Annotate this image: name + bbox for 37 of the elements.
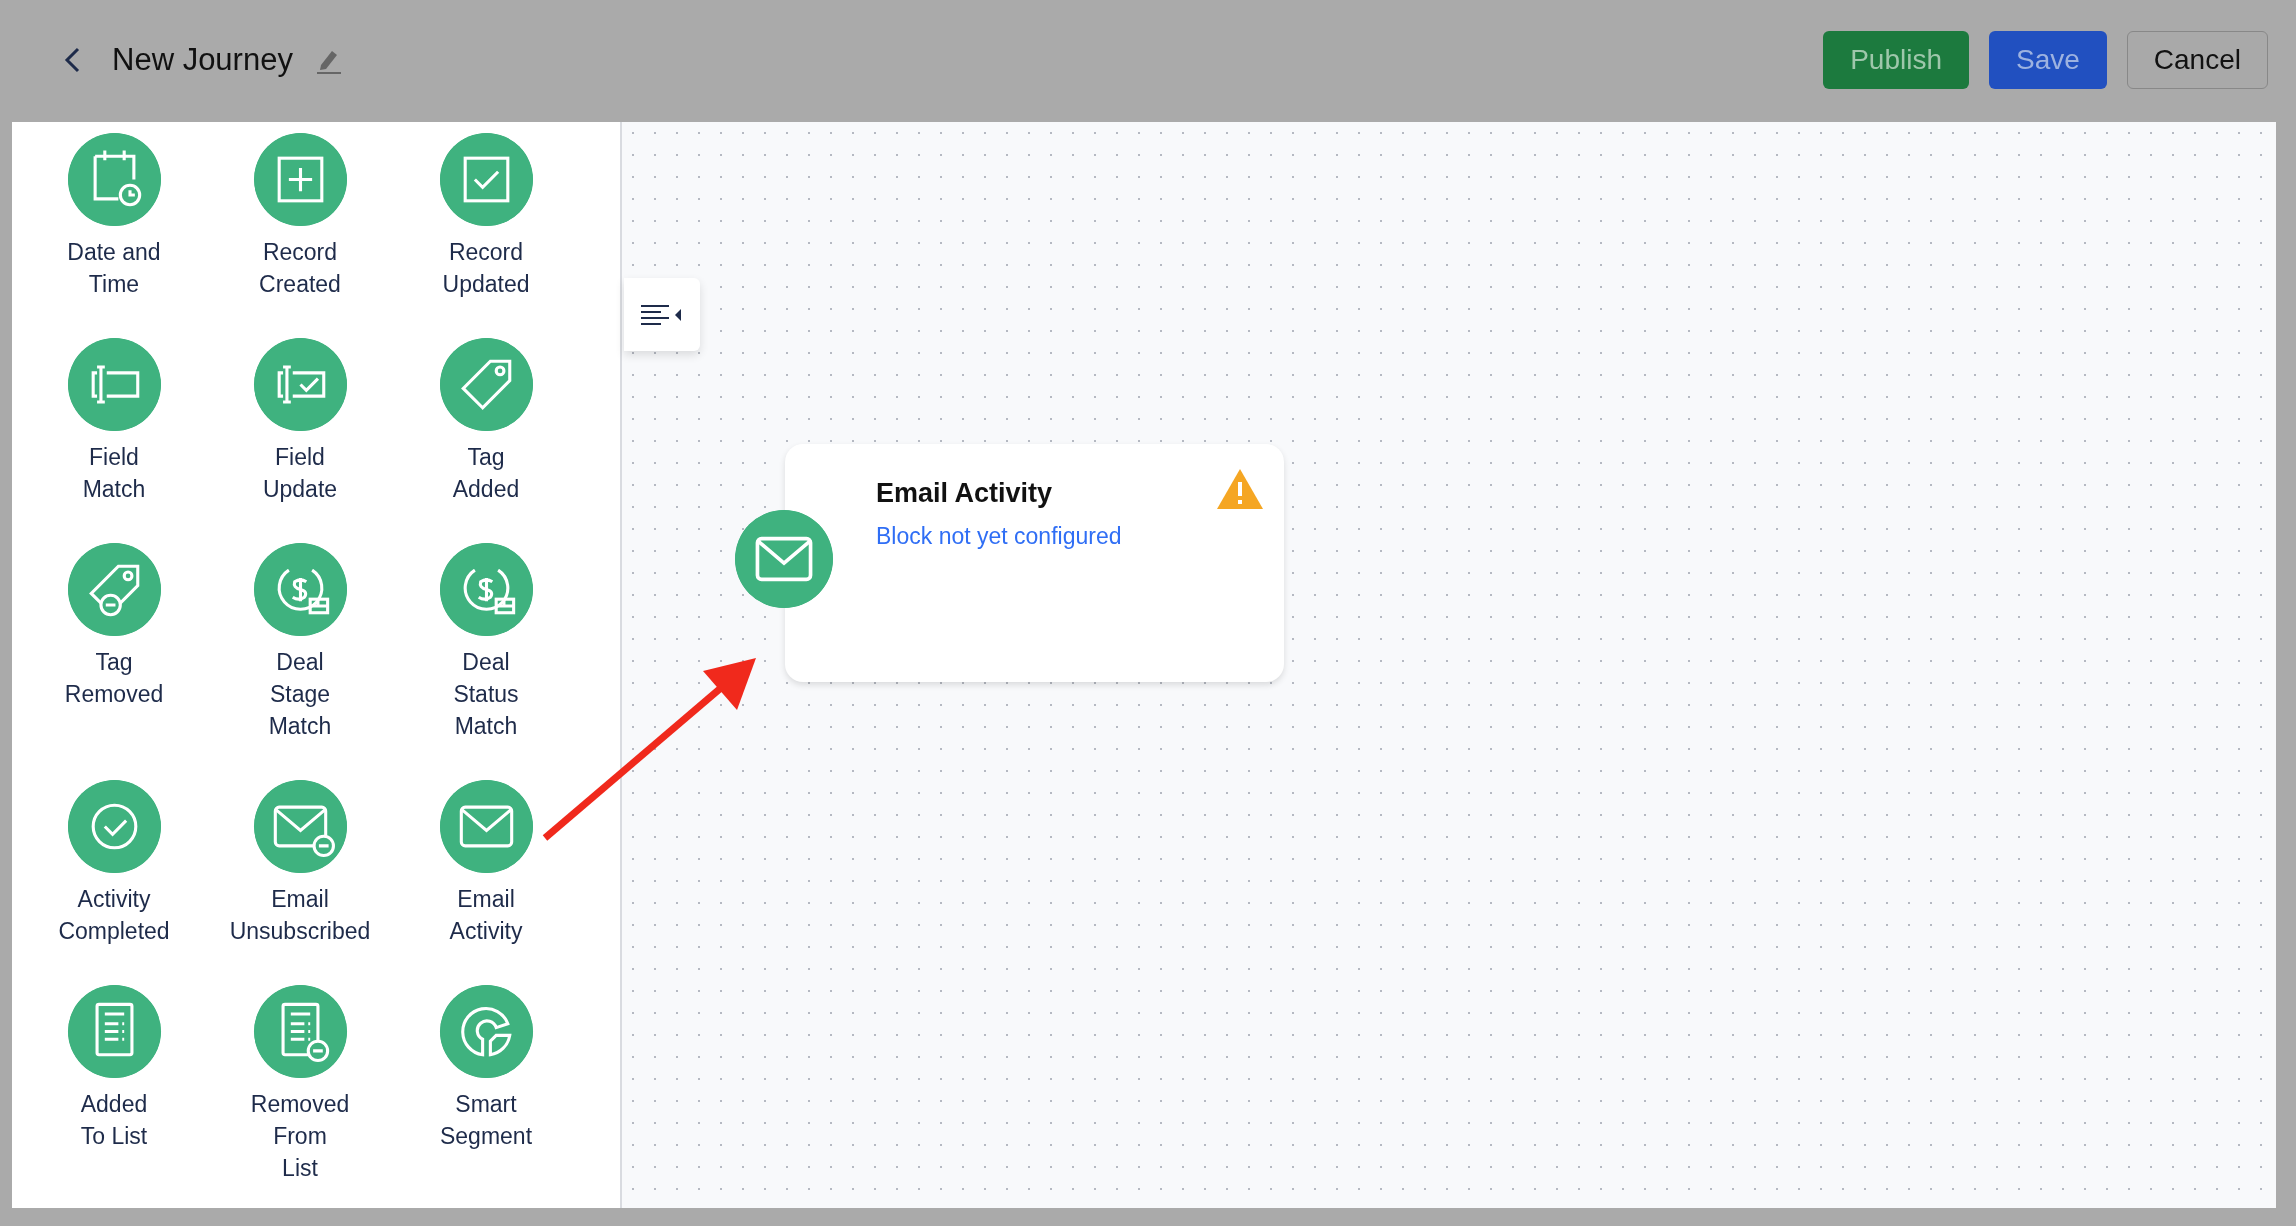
cancel-button[interactable]: Cancel [2126,31,2268,89]
trigger-label[interactable]: Deal Stage Match [268,646,332,742]
envelope-icon[interactable] [735,510,833,608]
trigger-label[interactable]: Removed From List [250,1088,350,1184]
envelope-minus-icon[interactable] [253,780,347,873]
trigger-label[interactable]: Tag Removed [64,646,164,710]
trigger-label[interactable]: Record Updated [442,236,530,300]
trigger-label[interactable]: Field Update [262,441,338,505]
trigger-label[interactable]: Email Unsubscribed [229,883,371,947]
trigger-label[interactable]: Activity Completed [58,883,170,947]
panel-toggle-button[interactable] [624,278,700,351]
document-icon[interactable] [67,985,161,1078]
trigger-label[interactable]: Tag Added [452,441,520,505]
segment-icon[interactable] [439,985,533,1078]
trigger-label[interactable]: Date and Time [67,236,161,300]
trigger-label[interactable]: Field Match [82,441,146,505]
trigger-label[interactable]: Deal Status Match [453,646,519,742]
trigger-label[interactable]: Email Activity [449,883,523,947]
check-square-icon[interactable] [439,133,533,226]
node-card[interactable]: Email Activity Block not yet configured [785,444,1284,682]
document-minus-icon[interactable] [253,985,347,1078]
node-status-link[interactable]: Block not yet configured [876,523,1122,550]
trigger-label[interactable]: Record Created [259,236,341,300]
trigger-label[interactable]: Added To List [80,1088,148,1152]
dollar-cycle-icon[interactable] [253,543,347,636]
text-field-icon[interactable] [67,338,161,431]
text-field-check-icon[interactable] [253,338,347,431]
check-circle-icon[interactable] [67,780,161,873]
calendar-clock-icon[interactable] [67,133,161,226]
trigger-label[interactable]: Smart Segment [439,1088,533,1152]
envelope-icon[interactable] [439,780,533,873]
journey-title: New Journey [112,42,293,78]
plus-square-icon[interactable] [253,133,347,226]
tag-minus-icon[interactable] [67,543,161,636]
dollar-cycle-icon[interactable] [439,543,533,636]
tag-icon[interactable] [439,338,533,431]
node-title: Email Activity [876,478,1054,509]
